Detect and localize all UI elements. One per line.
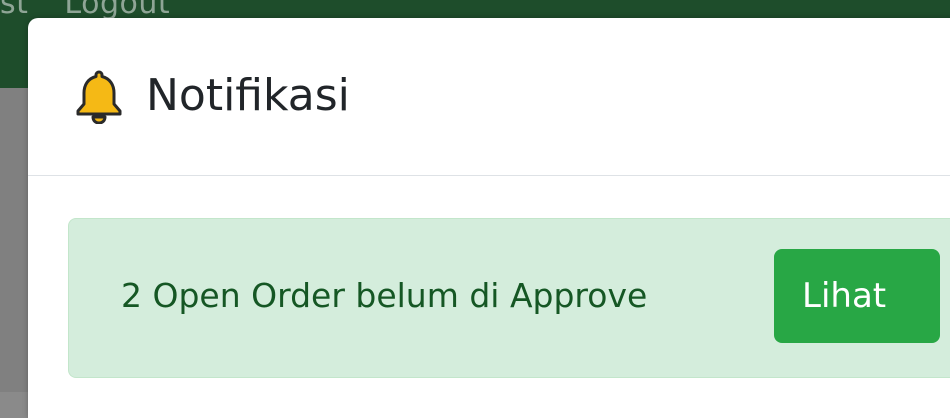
modal-title: Notifikasi — [146, 70, 350, 121]
alert-message: 2 Open Order belum di Approve — [121, 276, 648, 315]
lihat-button[interactable]: Lihat — [774, 249, 940, 343]
notification-modal: Notifikasi 2 Open Order belum di Approve… — [28, 18, 950, 418]
modal-header: Notifikasi — [28, 18, 950, 176]
notification-alert: 2 Open Order belum di Approve Lihat — [68, 218, 950, 378]
navbar-item-partial[interactable]: st — [0, 0, 28, 21]
page-background-strip — [0, 88, 28, 392]
bell-icon — [76, 70, 122, 124]
